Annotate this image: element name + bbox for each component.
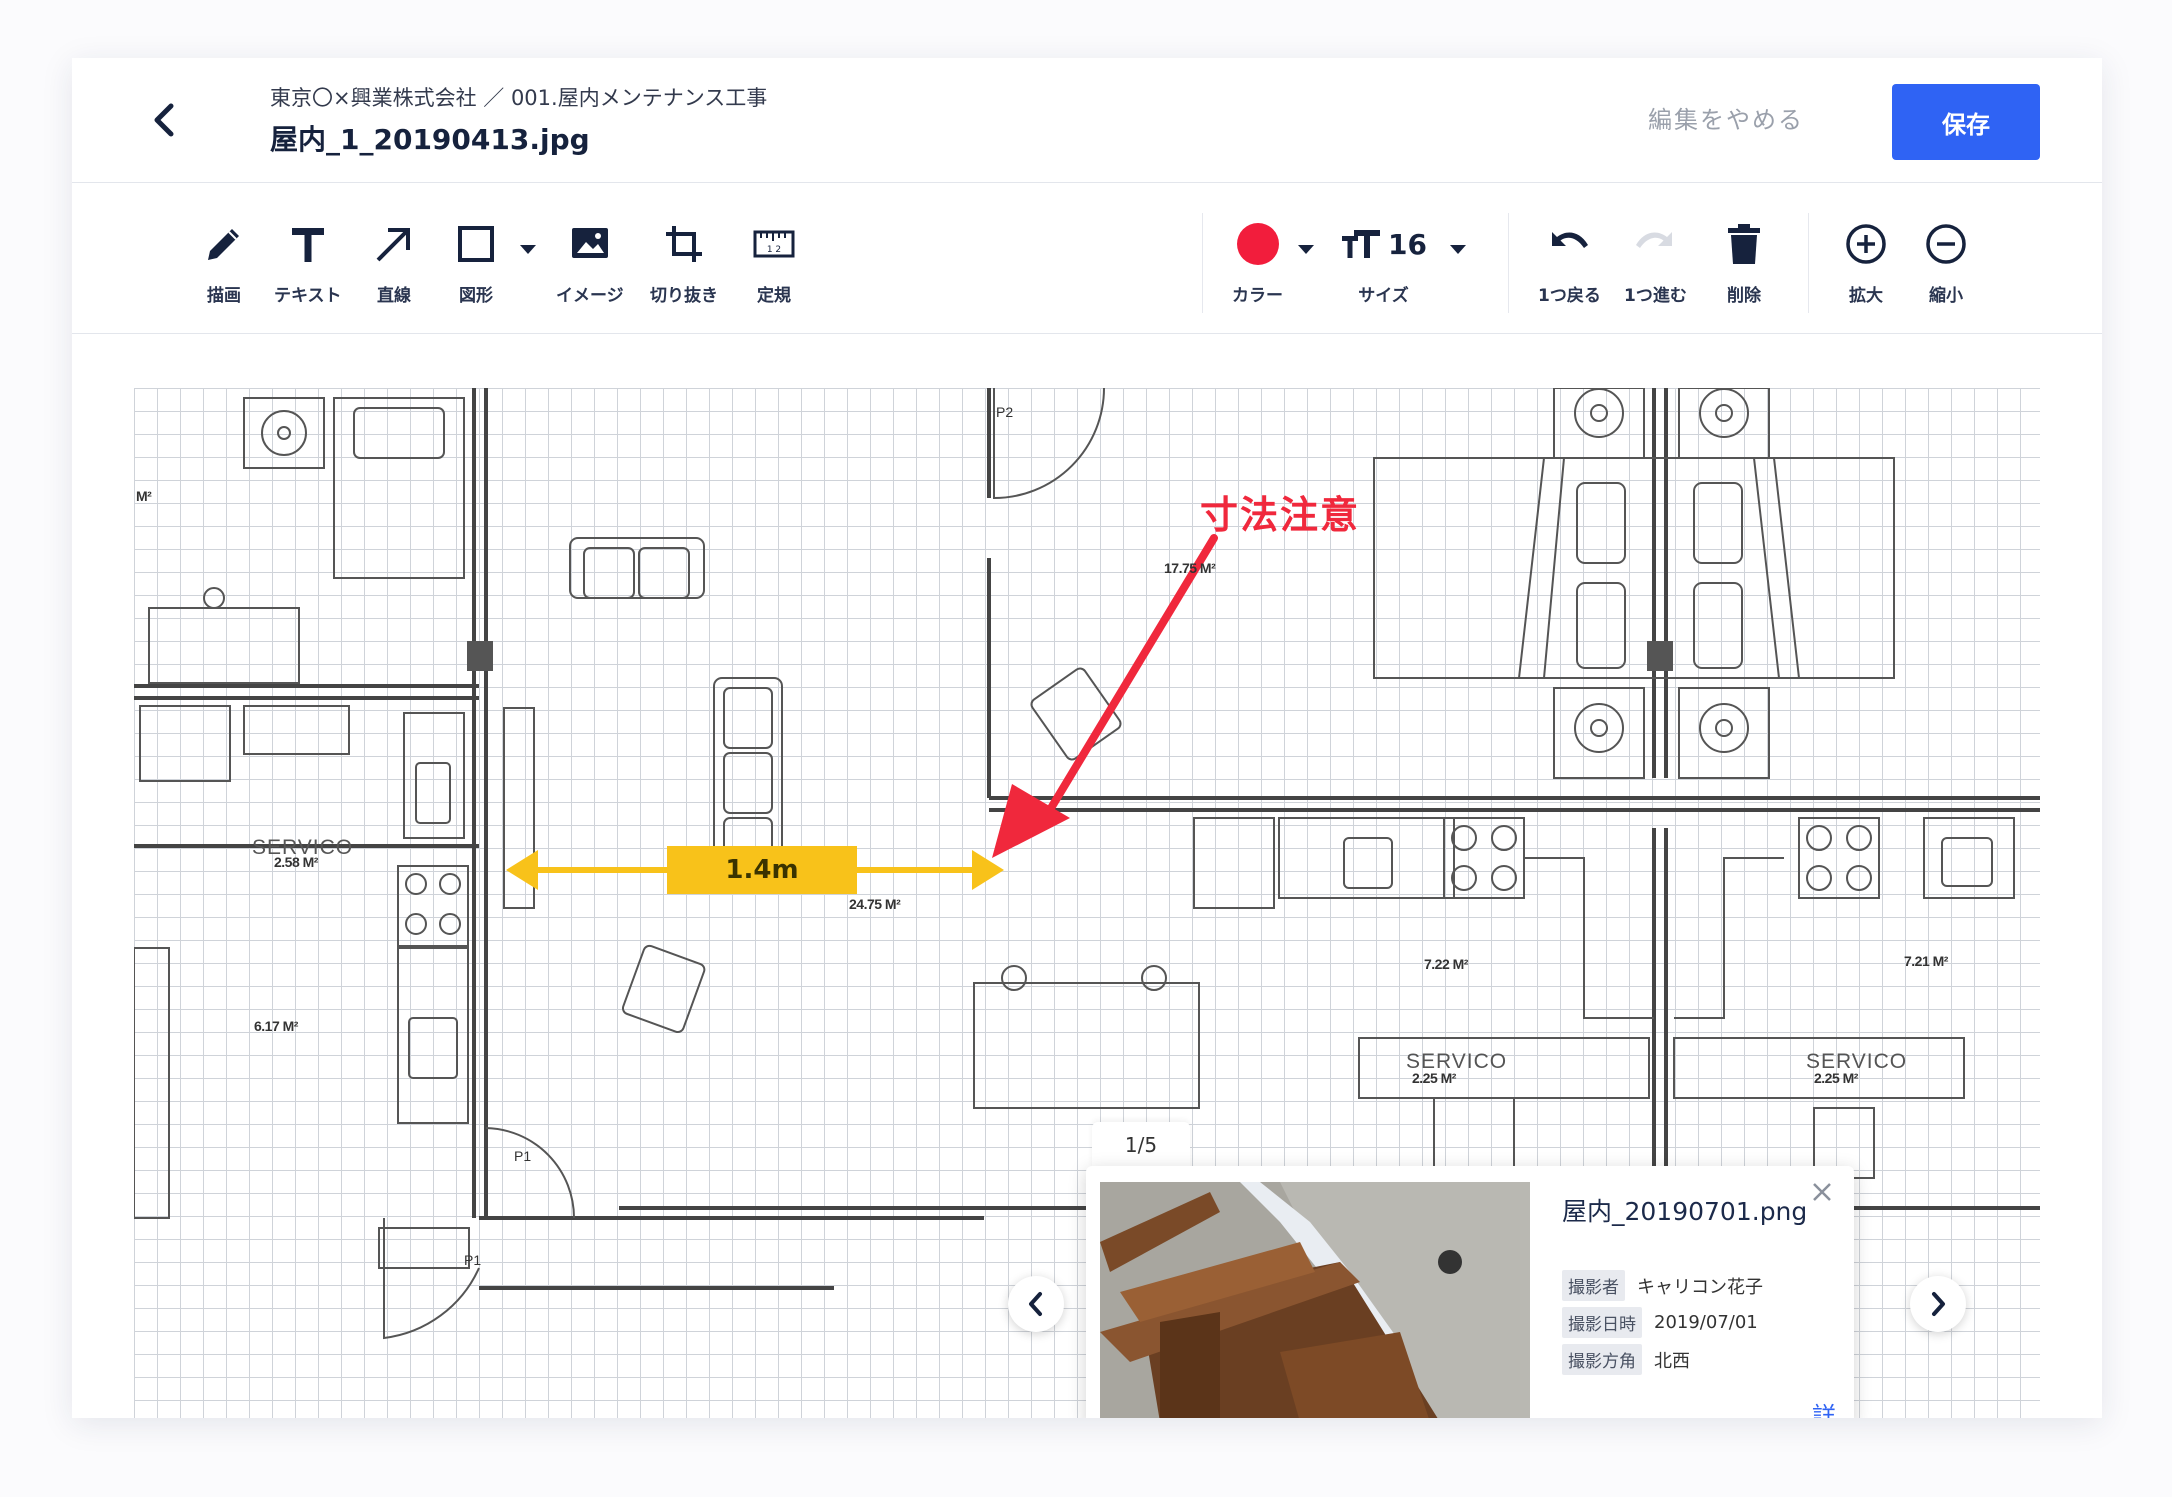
draw-tool-label: 描画 bbox=[207, 286, 241, 306]
annotation-text[interactable]: 寸法注意 bbox=[1200, 484, 1360, 539]
page-title: 屋内_1_20190413.jpg bbox=[270, 123, 590, 156]
meta-key: 撮影方角 bbox=[1562, 1344, 1642, 1375]
room-label: SERVICO bbox=[252, 836, 354, 859]
crop-icon bbox=[666, 226, 702, 262]
square-icon bbox=[458, 226, 494, 262]
ruler-icon-text: 1 2 bbox=[767, 245, 781, 255]
text-tool-label: テキスト bbox=[274, 286, 342, 306]
cancel-edit-button[interactable]: 編集をやめる bbox=[1648, 100, 1804, 135]
room-label: SERVICO bbox=[1406, 1050, 1508, 1073]
area-label: 6.17 M² bbox=[254, 1018, 298, 1034]
image-icon bbox=[571, 228, 608, 258]
toolbar: 描画 テキスト 直線 図形 イメージ 切り抜き 1 2 定規 カラー 16 サイ… bbox=[72, 183, 2102, 334]
meta-value: 2019/07/01 bbox=[1654, 1312, 1758, 1333]
text-icon bbox=[291, 228, 324, 262]
photo-meta-row: 撮影日時 2019/07/01 bbox=[1562, 1307, 1758, 1338]
color-label: カラー bbox=[1232, 286, 1283, 306]
toolbar-divider bbox=[1202, 213, 1203, 313]
zoom-in-label: 拡大 bbox=[1849, 286, 1883, 306]
back-button[interactable] bbox=[142, 98, 186, 142]
size-value: 16 bbox=[1388, 227, 1427, 261]
delete-label: 削除 bbox=[1727, 286, 1761, 306]
image-tool-label: イメージ bbox=[556, 286, 624, 306]
crop-tool-button[interactable]: 切り抜き bbox=[650, 219, 718, 306]
color-swatch-icon bbox=[1236, 223, 1279, 265]
zoom-out-label: 縮小 bbox=[1929, 286, 1963, 306]
zoom-in-button[interactable]: 拡大 bbox=[1844, 219, 1888, 306]
minus-circle-icon bbox=[1926, 224, 1966, 264]
plus-circle-icon bbox=[1846, 224, 1886, 264]
editor-card: 東京〇×興業株式会社 ／ 001.屋内メンテナンス工事 屋内_1_2019041… bbox=[72, 58, 2102, 1418]
room-label: SERVICO bbox=[1806, 1050, 1908, 1073]
arrow-line-icon bbox=[376, 228, 410, 262]
area-label: 7.22 M² bbox=[1424, 956, 1468, 972]
header: 東京〇×興業株式会社 ／ 001.屋内メンテナンス工事 屋内_1_2019041… bbox=[72, 58, 2102, 183]
image-tool-button[interactable]: イメージ bbox=[556, 219, 624, 306]
staircase-photo bbox=[1100, 1182, 1530, 1418]
door-label: P1 bbox=[514, 1148, 532, 1164]
close-popup-button[interactable] bbox=[1808, 1178, 1836, 1206]
photo-meta-row: 撮影者 キャリコン花子 bbox=[1562, 1270, 1763, 1301]
size-picker-button[interactable]: 16 サイズ bbox=[1340, 219, 1427, 306]
line-tool-label: 直線 bbox=[377, 286, 411, 306]
photo-thumbnail[interactable] bbox=[1100, 1182, 1530, 1418]
measure-label[interactable]: 1.4m bbox=[667, 846, 857, 894]
text-tool-button[interactable]: テキスト bbox=[274, 219, 342, 306]
area-label: 7.21 M² bbox=[1904, 953, 1948, 969]
shape-dropdown-icon[interactable] bbox=[518, 243, 538, 257]
toolbar-divider bbox=[1508, 213, 1509, 313]
meta-key: 撮影日時 bbox=[1562, 1307, 1642, 1338]
size-label: サイズ bbox=[1358, 286, 1409, 306]
ruler-icon: 1 2 bbox=[753, 230, 795, 258]
photo-popup: 屋内_20190701.png 撮影者 キャリコン花子 撮影日時 2019/07… bbox=[1086, 1166, 1854, 1418]
door-label: P2 bbox=[996, 404, 1014, 420]
line-tool-button[interactable]: 直線 bbox=[372, 219, 416, 306]
ruler-tool-label: 定規 bbox=[757, 286, 791, 306]
undo-button[interactable]: 1つ戻る bbox=[1538, 219, 1601, 306]
redo-label: 1つ進む bbox=[1624, 286, 1687, 306]
redo-button[interactable]: 1つ進む bbox=[1624, 219, 1687, 306]
meta-key: 撮影者 bbox=[1562, 1270, 1625, 1301]
shape-tool-label: 図形 bbox=[459, 286, 493, 306]
zoom-out-button[interactable]: 縮小 bbox=[1924, 219, 1968, 306]
undo-label: 1つ戻る bbox=[1538, 286, 1601, 306]
detail-link[interactable]: 詳細 bbox=[1812, 1396, 1854, 1418]
text-size-icon bbox=[1342, 230, 1380, 258]
chevron-left-icon bbox=[1029, 1292, 1042, 1316]
next-photo-button[interactable] bbox=[1910, 1276, 1966, 1332]
meta-value: キャリコン花子 bbox=[1637, 1276, 1763, 1298]
undo-icon bbox=[1552, 232, 1589, 248]
save-button[interactable]: 保存 bbox=[1892, 84, 2040, 160]
area-label: 24.75 M² bbox=[849, 896, 901, 912]
door-label: P1 bbox=[464, 1252, 482, 1268]
close-icon bbox=[1813, 1183, 1831, 1201]
photo-name: 屋内_20190701.png bbox=[1562, 1197, 1808, 1226]
chevron-left-icon bbox=[154, 103, 174, 137]
redo-icon bbox=[1636, 232, 1673, 248]
photo-meta-row: 撮影方角 北西 bbox=[1562, 1344, 1690, 1375]
pencil-icon bbox=[208, 229, 239, 260]
area-label: M² bbox=[136, 488, 152, 504]
delete-button[interactable]: 削除 bbox=[1726, 219, 1762, 306]
toolbar-divider bbox=[1808, 213, 1809, 313]
size-dropdown-icon[interactable] bbox=[1448, 243, 1468, 257]
color-dropdown-icon[interactable] bbox=[1296, 243, 1316, 257]
crop-tool-label: 切り抜き bbox=[650, 286, 718, 306]
drawing-canvas[interactable]: 24.75 M² 17.75 M² 2.58 M² 6.17 M² 7.22 M… bbox=[134, 388, 2040, 1418]
draw-tool-button[interactable]: 描画 bbox=[202, 219, 246, 306]
page-indicator: 1/5 bbox=[1092, 1122, 1190, 1168]
prev-photo-button[interactable] bbox=[1008, 1276, 1064, 1332]
color-picker-button[interactable]: カラー bbox=[1232, 219, 1283, 306]
trash-icon bbox=[1728, 224, 1760, 264]
meta-value: 北西 bbox=[1654, 1350, 1690, 1372]
chevron-right-icon bbox=[1932, 1292, 1945, 1316]
shape-tool-button[interactable]: 図形 bbox=[456, 219, 496, 306]
area-label: 17.75 M² bbox=[1164, 560, 1216, 576]
breadcrumb[interactable]: 東京〇×興業株式会社 ／ 001.屋内メンテナンス工事 bbox=[270, 82, 767, 112]
ruler-tool-button[interactable]: 1 2 定規 bbox=[752, 219, 796, 306]
